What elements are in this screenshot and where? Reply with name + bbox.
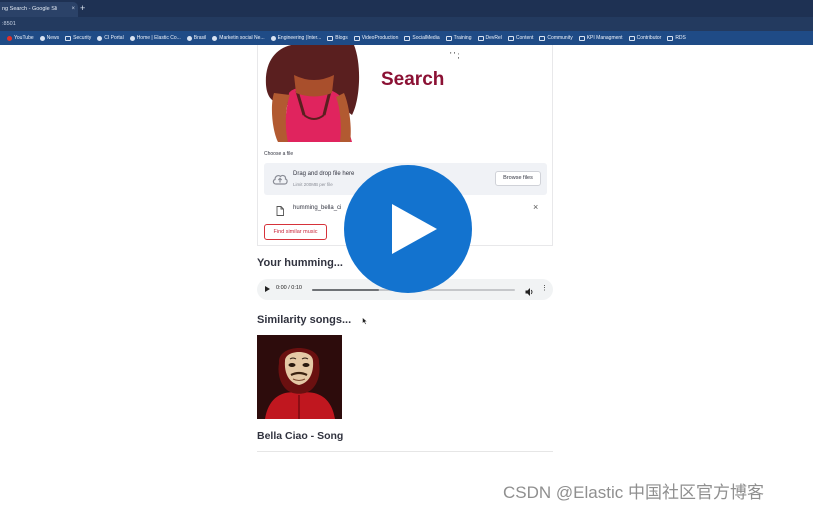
site-favicon-icon xyxy=(97,35,103,41)
tab-close-icon[interactable]: × xyxy=(71,2,75,17)
site-favicon-icon xyxy=(186,35,192,41)
folder-icon xyxy=(578,35,585,41)
drop-title: Drag and drop file here xyxy=(293,171,355,177)
bookmark-item[interactable]: RDS xyxy=(667,35,686,41)
bookmark-label: Marketin social Ne... xyxy=(219,35,265,41)
site-favicon-icon xyxy=(270,35,276,41)
bookmark-label: YouTube xyxy=(14,35,34,41)
bookmark-label: Engineering (Inter... xyxy=(277,35,322,41)
volume-icon[interactable] xyxy=(525,284,534,302)
uploader-label: Choose a file xyxy=(264,151,294,157)
browser-tab-bar: ng Search - Google Sli × + xyxy=(0,0,813,17)
folder-icon xyxy=(477,35,484,41)
audio-menu-icon[interactable]: ⋮ xyxy=(541,285,548,293)
bookmark-item[interactable]: Marketin social Ne... xyxy=(212,35,265,41)
bookmark-item[interactable]: Brasil xyxy=(186,35,207,41)
audio-time: 0:00 / 0:10 xyxy=(276,285,302,291)
bookmark-label: Security xyxy=(73,35,92,41)
bookmark-item[interactable]: DevRel xyxy=(477,35,502,41)
address-text: :8501 xyxy=(2,21,16,27)
bookmark-item[interactable]: Training xyxy=(445,35,472,41)
bookmark-label: DevRel xyxy=(485,35,502,41)
song-result-title: Bella Ciao - Song xyxy=(257,430,344,442)
bookmark-label: Content xyxy=(515,35,534,41)
site-favicon-icon xyxy=(212,35,218,41)
folder-icon xyxy=(539,35,546,41)
bookmark-label: Community xyxy=(547,35,573,41)
site-favicon-icon xyxy=(39,35,45,41)
bookmark-item[interactable]: KPI Managment xyxy=(578,35,623,41)
mouse-cursor-icon xyxy=(362,312,368,330)
new-tab-button[interactable]: + xyxy=(80,2,85,15)
bookmark-item[interactable]: Community xyxy=(539,35,573,41)
bookmark-item[interactable]: CI Portal xyxy=(97,35,124,41)
bookmark-item[interactable]: Home | Elastic Co... xyxy=(129,35,181,41)
browser-tab[interactable]: ng Search - Google Sli × xyxy=(0,2,78,17)
bookmark-item[interactable]: Contributor xyxy=(628,35,662,41)
woman-illustration xyxy=(264,45,362,142)
similarity-heading: Similarity songs... xyxy=(257,314,352,326)
bookmark-label: Brasil xyxy=(193,35,207,41)
bookmark-item[interactable]: News xyxy=(39,35,60,41)
play-icon xyxy=(392,204,437,254)
uploaded-file-name: humming_bella_ci xyxy=(293,205,342,211)
site-favicon-icon xyxy=(129,35,135,41)
bookmark-label: VideoProduction xyxy=(361,35,399,41)
folder-icon xyxy=(65,35,72,41)
bookmark-label: News xyxy=(46,35,60,41)
audio-progress xyxy=(312,288,379,291)
bookmark-label: Home | Elastic Co... xyxy=(136,35,181,41)
page-title: Search xyxy=(381,69,445,90)
drop-limit: Limit 200MB per file xyxy=(293,182,333,187)
video-play-button[interactable] xyxy=(344,165,472,293)
result-divider xyxy=(257,451,553,452)
title-fragment: ' ' ; xyxy=(450,51,460,60)
folder-icon xyxy=(628,35,635,41)
audio-play-icon[interactable] xyxy=(265,286,270,292)
bookmark-item[interactable]: YouTube xyxy=(7,35,34,41)
folder-icon xyxy=(353,35,360,41)
bookmark-item[interactable]: Blogs xyxy=(327,35,348,41)
bookmark-item[interactable]: Engineering (Inter... xyxy=(270,35,322,41)
bookmark-item[interactable]: VideoProduction xyxy=(353,35,399,41)
remove-file-icon[interactable]: × xyxy=(533,202,538,212)
folder-icon xyxy=(445,35,452,41)
address-bar[interactable]: :8501 xyxy=(0,17,813,31)
bookmark-label: CI Portal xyxy=(104,35,124,41)
file-icon xyxy=(276,203,284,221)
folder-icon xyxy=(327,35,334,41)
bookmark-label: Training xyxy=(453,35,472,41)
watermark: CSDN @Elastic 中国社区官方博客 xyxy=(503,483,764,502)
bookmark-item[interactable]: Security xyxy=(65,35,91,41)
folder-icon xyxy=(507,35,514,41)
bookmark-item[interactable]: Content xyxy=(507,35,534,41)
bookmark-label: Contributor xyxy=(636,35,662,41)
bookmark-item[interactable]: SocialMedia xyxy=(404,35,440,41)
bookmark-label: SocialMedia xyxy=(412,35,440,41)
album-art-image xyxy=(257,335,342,419)
bookmarks-bar: YouTube News Security CI Portal Home | Elast… xyxy=(0,31,813,45)
find-similar-music-button[interactable]: Find similar music xyxy=(264,224,327,240)
site-favicon-icon xyxy=(7,35,12,41)
browse-files-button[interactable]: Browse files xyxy=(495,171,541,186)
humming-heading: Your humming... xyxy=(257,257,343,269)
folder-icon xyxy=(667,35,674,41)
cloud-upload-icon xyxy=(272,172,288,190)
folder-icon xyxy=(404,35,411,41)
tab-title: ng Search - Google Sli xyxy=(2,6,58,12)
bookmark-label: KPI Managment xyxy=(586,35,623,41)
bookmark-label: Blogs xyxy=(335,35,348,41)
bookmark-label: RDS xyxy=(675,35,686,41)
